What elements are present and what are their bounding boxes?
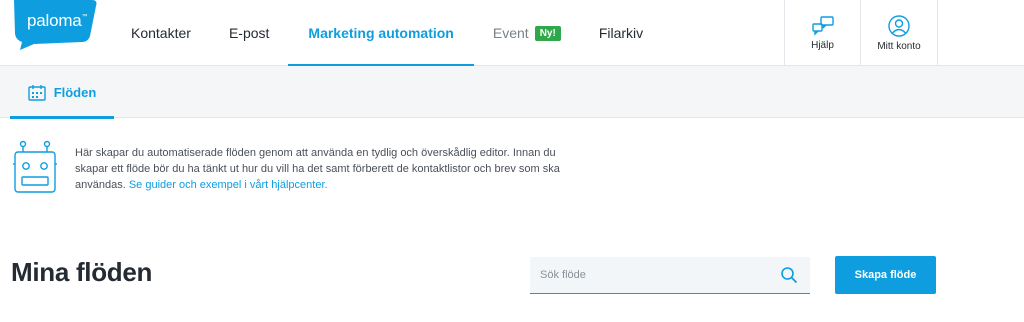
nav-item-kontakter[interactable]: Kontakter [112, 0, 210, 66]
tab-floden[interactable]: Flöden [10, 66, 114, 119]
logo-text: paloma™ [27, 11, 88, 30]
nav-item-label: Event [492, 25, 529, 41]
main-nav: Kontakter E-post Marketing automation Ev… [112, 0, 662, 67]
page-title: Mina flöden [11, 257, 153, 287]
tab-label: Flöden [53, 84, 97, 100]
nav-item-label: Marketing automation [308, 25, 454, 41]
nav-item-e-post[interactable]: E-post [210, 0, 288, 66]
create-flow-button[interactable]: Skapa flöde [835, 256, 936, 294]
help-button[interactable]: Hjälp [785, 0, 861, 66]
sub-navigation: Flöden [0, 66, 1024, 119]
top-navigation: paloma™ Kontakter E-post Marketing autom… [0, 0, 1024, 67]
nav-item-event[interactable]: Event Ny! [474, 0, 580, 66]
search-input[interactable] [530, 257, 770, 293]
account-button[interactable]: Mitt konto [861, 0, 938, 66]
nav-item-label: Kontakter [131, 25, 191, 41]
new-badge: Ny! [534, 25, 561, 41]
account-label: Mitt konto [877, 40, 921, 52]
robot-icon [13, 140, 57, 193]
help-center-link[interactable]: Se guider och exempel i vårt hjälpcenter… [129, 179, 328, 191]
nav-item-label: E-post [228, 25, 270, 41]
search-box [530, 257, 810, 294]
user-icon [888, 14, 910, 37]
chat-bubbles-icon [811, 15, 834, 36]
calendar-icon [27, 84, 46, 101]
nav-item-filarkiv[interactable]: Filarkiv [580, 0, 662, 66]
search-icon[interactable] [780, 266, 798, 284]
info-text: Här skapar du automatiserade flöden geno… [75, 145, 575, 193]
nav-item-marketing-automation[interactable]: Marketing automation [288, 0, 475, 67]
header-tools: Hjälp Mitt konto [784, 0, 938, 66]
help-label: Hjälp [811, 39, 834, 51]
paloma-logo[interactable]: paloma™ [14, 0, 98, 50]
nav-item-label: Filarkiv [598, 25, 644, 41]
